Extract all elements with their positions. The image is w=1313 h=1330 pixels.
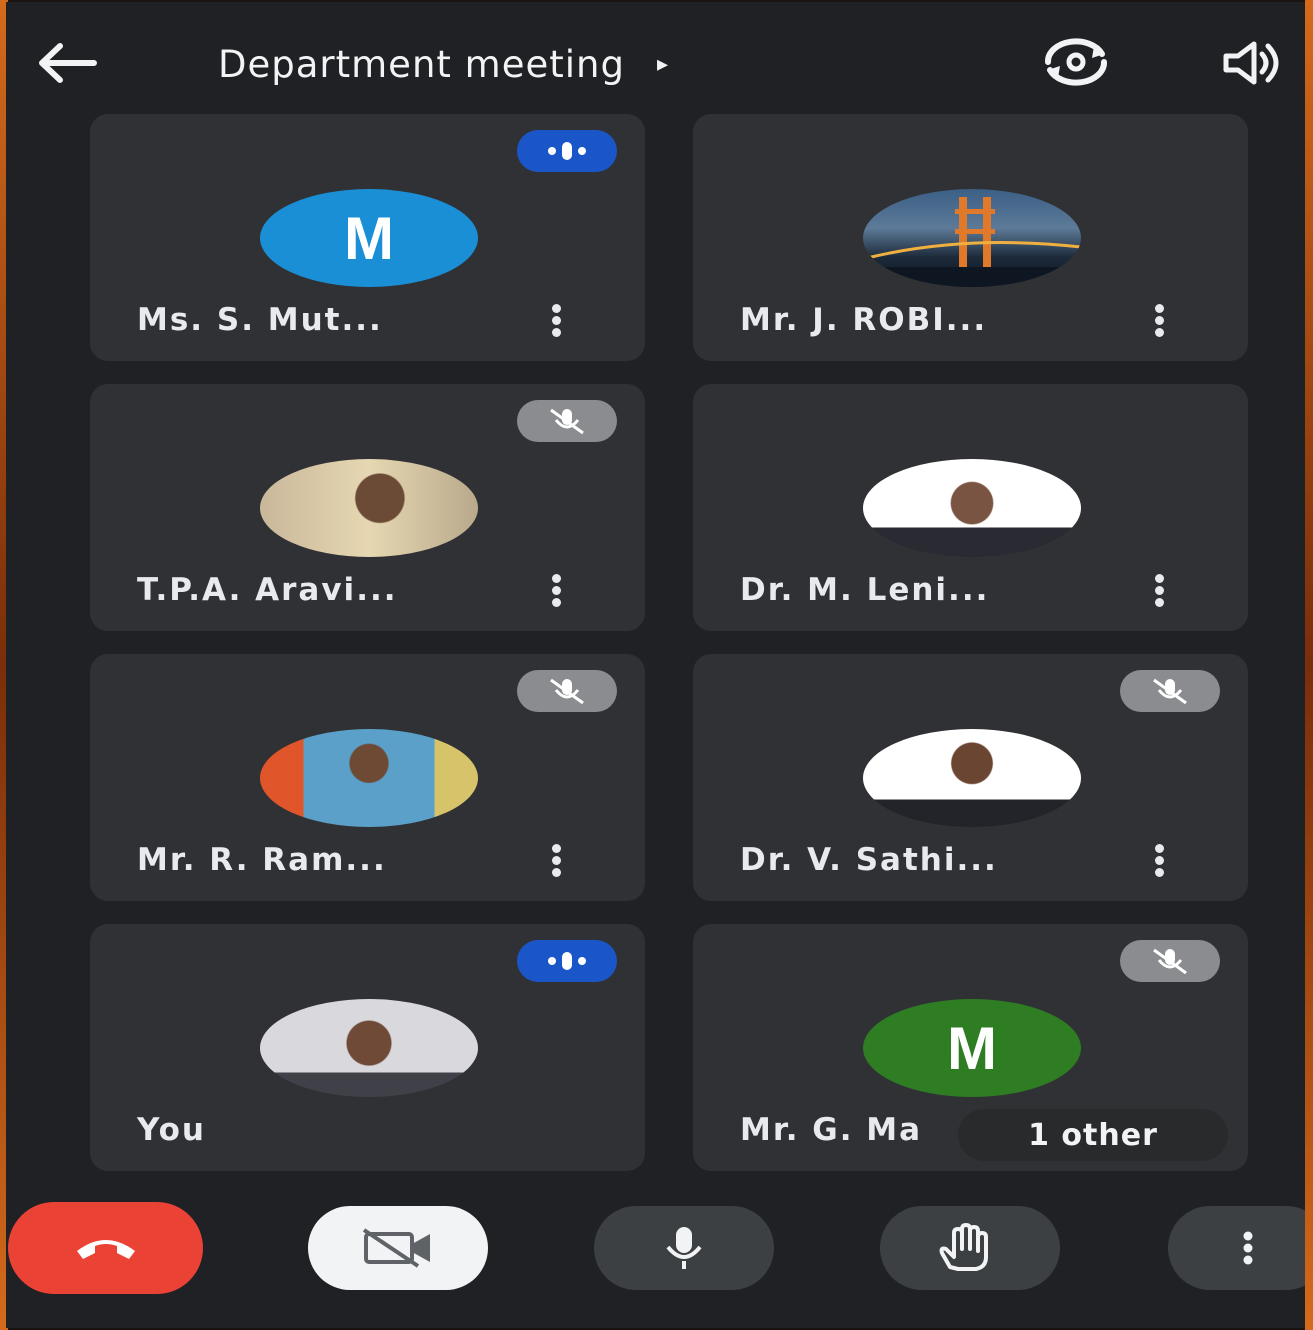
- meeting-title-button[interactable]: Department meeting ▸: [218, 36, 668, 92]
- video-off-icon: [362, 1228, 430, 1268]
- speaking-indicator: [517, 940, 617, 982]
- toggle-mic-button[interactable]: [594, 1206, 774, 1290]
- arrow-left-icon: [39, 43, 97, 83]
- others-count-chip[interactable]: 1 other: [958, 1109, 1228, 1161]
- avatar: [863, 459, 1081, 557]
- participant-name: Mr. G. Ma: [740, 1112, 923, 1148]
- participant-name: Mr. J. ROBI...: [740, 302, 988, 338]
- participant-name: Dr. M. Leni...: [740, 572, 990, 608]
- participant-name: Dr. V. Sathi...: [740, 842, 998, 878]
- caret-right-icon: ▸: [656, 51, 668, 77]
- mic-off-icon: [1153, 678, 1187, 705]
- participant-tile[interactable]: Mr. J. ROBI...: [693, 114, 1248, 361]
- meeting-title: Department meeting: [218, 42, 625, 86]
- speaker-icon: [1223, 41, 1279, 85]
- avatar: M: [260, 189, 478, 287]
- participant-tile[interactable]: Dr. M. Leni...: [693, 384, 1248, 631]
- audio-output-button[interactable]: [1218, 38, 1292, 88]
- mic-off-icon: [1153, 948, 1187, 975]
- camera-flip-icon: [1045, 38, 1107, 86]
- avatar: [260, 999, 478, 1097]
- participant-name: Ms. S. Mut...: [137, 302, 383, 338]
- raise-hand-icon: [939, 1223, 988, 1271]
- more-options-button[interactable]: [1168, 1206, 1305, 1290]
- muted-indicator: [517, 400, 617, 442]
- back-button[interactable]: [32, 38, 102, 88]
- audio-level-icon: [548, 952, 586, 970]
- participant-tile[interactable]: T.P.A. Aravi...: [90, 384, 645, 631]
- end-call-button[interactable]: [8, 1202, 203, 1294]
- speaking-indicator: [517, 130, 617, 172]
- muted-indicator: [1120, 670, 1220, 712]
- avatar: [863, 729, 1081, 827]
- avatar: M: [863, 999, 1081, 1097]
- more-options-button[interactable]: [544, 574, 568, 610]
- avatar: [260, 729, 478, 827]
- participant-name: You: [137, 1112, 206, 1148]
- toggle-video-button[interactable]: [308, 1206, 488, 1290]
- bridge-photo-icon: [863, 197, 1081, 287]
- more-options-button[interactable]: [544, 304, 568, 340]
- mic-off-icon: [550, 408, 584, 435]
- top-bar: Department meeting ▸: [6, 2, 1305, 112]
- participant-tile[interactable]: M Mr. G. Ma 1 other: [693, 924, 1248, 1171]
- meeting-screen: Department meeting ▸ M Ms. S. Mut... Mr.…: [6, 2, 1305, 1328]
- switch-camera-button[interactable]: [1036, 36, 1116, 88]
- more-vertical-icon: [1243, 1231, 1253, 1265]
- mic-off-icon: [550, 678, 584, 705]
- more-options-button[interactable]: [544, 844, 568, 880]
- avatar: [863, 189, 1081, 287]
- microphone-icon: [666, 1227, 702, 1269]
- more-options-button[interactable]: [1147, 304, 1171, 340]
- avatar: [260, 459, 478, 557]
- muted-indicator: [1120, 940, 1220, 982]
- muted-indicator: [517, 670, 617, 712]
- phone-hangup-icon: [76, 1240, 135, 1259]
- more-options-button[interactable]: [1147, 844, 1171, 880]
- more-options-button[interactable]: [1147, 574, 1171, 610]
- participant-tile[interactable]: Dr. V. Sathi...: [693, 654, 1248, 901]
- participant-tile[interactable]: M Ms. S. Mut...: [90, 114, 645, 361]
- raise-hand-button[interactable]: [880, 1206, 1060, 1290]
- participant-name: Mr. R. Ram...: [137, 842, 387, 878]
- participant-tile[interactable]: Mr. R. Ram...: [90, 654, 645, 901]
- self-tile[interactable]: You: [90, 924, 645, 1171]
- audio-level-icon: [548, 142, 586, 160]
- participant-name: T.P.A. Aravi...: [137, 572, 398, 608]
